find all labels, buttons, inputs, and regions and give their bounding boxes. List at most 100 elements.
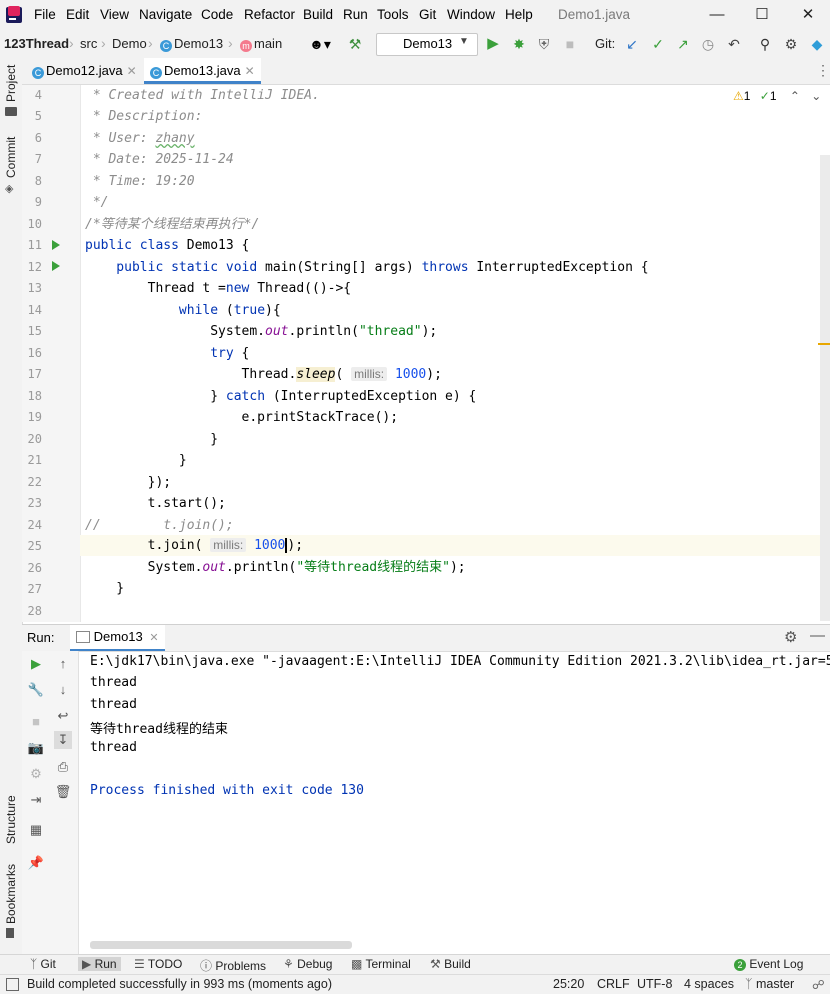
minimize-button[interactable]: — <box>702 4 732 26</box>
menu-git[interactable]: Git <box>419 7 436 22</box>
code-line[interactable]: /*等待某个线程结束再执行*/ <box>85 214 259 235</box>
code-line[interactable]: t.start(); <box>85 493 226 514</box>
code-line[interactable]: * Created with IntelliJ IDEA. <box>85 85 320 106</box>
search-icon[interactable]: ⚲ <box>756 35 774 53</box>
tool-run[interactable]: ▶ Run <box>78 957 121 971</box>
breadcrumb-class[interactable]: C Demo13 <box>160 36 223 52</box>
breadcrumb-package[interactable]: Demo <box>112 36 147 51</box>
tool-todo[interactable]: ☰ TODO <box>134 957 182 971</box>
line-separator[interactable]: CRLF <box>597 977 630 991</box>
code-line[interactable]: public class Demo13 { <box>85 235 249 256</box>
menu-run[interactable]: Run <box>343 7 368 22</box>
tool-commit[interactable]: Commit <box>4 137 18 178</box>
rerun-icon[interactable]: ▶ <box>27 655 45 673</box>
code-line[interactable]: t.join( millis: 1000); <box>85 535 304 556</box>
code-line[interactable]: } <box>85 578 124 599</box>
code-line[interactable]: System.out.println("thread"); <box>85 321 437 342</box>
git-push-icon[interactable]: ↗ <box>674 35 692 53</box>
close-icon[interactable]: ✕ <box>127 64 137 78</box>
chevron-up-icon[interactable]: ⌃ <box>790 89 800 103</box>
user-dropdown-icon[interactable]: ☻▾ <box>307 35 333 53</box>
menu-tools[interactable]: Tools <box>377 7 409 22</box>
wrench-icon[interactable]: 🔧 <box>27 681 45 699</box>
scroll-to-end-icon[interactable]: ↧ <box>54 731 72 749</box>
stop-icon[interactable]: ■ <box>27 713 45 731</box>
tool-bookmarks[interactable]: Bookmarks <box>4 864 18 924</box>
code-line[interactable]: * Date: 2025-11-24 <box>85 149 234 170</box>
run-main-gutter-icon[interactable] <box>52 261 60 271</box>
file-encoding[interactable]: UTF-8 <box>637 977 672 991</box>
run-configuration-select[interactable]: Demo13 ▼ <box>376 33 478 56</box>
arrow-down-icon[interactable]: ↓ <box>54 681 72 699</box>
code-line[interactable]: */ <box>85 192 109 213</box>
code-line[interactable]: }); <box>85 472 171 493</box>
close-icon[interactable]: ✕ <box>245 64 255 78</box>
close-button[interactable]: ✕ <box>793 4 823 26</box>
breadcrumb-method[interactable]: m main <box>240 36 282 52</box>
code-line[interactable]: public static void main(String[] args) t… <box>85 257 648 278</box>
git-update-icon[interactable]: ↙ <box>623 35 641 53</box>
code-line[interactable]: System.out.println("等待thread线程的结束"); <box>85 557 466 578</box>
maximize-button[interactable]: ☐ <box>747 4 777 26</box>
breadcrumb-project[interactable]: 123Thread <box>4 36 69 51</box>
menu-help[interactable]: Help <box>505 7 533 22</box>
arrow-up-icon[interactable]: ↑ <box>54 655 72 673</box>
run-tab-demo13[interactable]: Demo13 ✕ <box>70 625 165 651</box>
menu-build[interactable]: Build <box>303 7 333 22</box>
menu-navigate[interactable]: Navigate <box>139 7 192 22</box>
run-icon[interactable]: ▶ <box>484 35 502 53</box>
code-line[interactable]: } <box>85 450 187 471</box>
stop-icon[interactable]: ■ <box>561 35 579 53</box>
tool-debug[interactable]: ⚘ Debug <box>283 957 332 971</box>
status-toggle-icon[interactable] <box>6 978 19 991</box>
tool-structure[interactable]: Structure <box>4 795 18 844</box>
status-message[interactable]: Build completed successfully in 993 ms (… <box>27 977 332 991</box>
trash-icon[interactable]: 🗑 <box>54 783 72 801</box>
gear-icon[interactable]: ⚙ <box>782 35 800 53</box>
tool-project[interactable]: Project <box>4 65 18 102</box>
close-icon[interactable]: ✕ <box>149 632 158 644</box>
menu-edit[interactable]: Edit <box>66 7 89 22</box>
tab-demo12[interactable]: C Demo12.java ✕ <box>26 58 143 84</box>
gear-icon[interactable]: ⚙ <box>784 628 797 646</box>
code-line[interactable]: try { <box>85 343 249 364</box>
menu-code[interactable]: Code <box>201 7 233 22</box>
code-line[interactable]: * User: zhany <box>85 128 195 149</box>
code-line[interactable]: while (true){ <box>85 300 281 321</box>
run-class-gutter-icon[interactable] <box>52 240 60 250</box>
jetbrains-icon[interactable]: ◆ <box>808 35 826 53</box>
coverage-icon[interactable]: ⛨ <box>535 35 553 53</box>
breadcrumb-src[interactable]: src <box>80 36 97 51</box>
inspections-widget[interactable]: ⚠1 ✓1 ⌃ ⌄ <box>733 89 821 103</box>
git-branch[interactable]: ᛉ master <box>745 977 794 991</box>
hammer-build-icon[interactable]: ⚒ <box>346 35 364 53</box>
lock-icon[interactable]: ☍ <box>812 977 825 992</box>
event-log-button[interactable]: 2 Event Log <box>734 957 803 971</box>
print-icon[interactable]: ⎙ <box>54 758 72 776</box>
soft-wrap-icon[interactable]: ↩ <box>54 707 72 725</box>
menu-refactor[interactable]: Refactor <box>244 7 295 22</box>
caret-position[interactable]: 25:20 <box>553 977 584 991</box>
exit-icon[interactable]: ⇥ <box>27 791 45 809</box>
history-icon[interactable]: ◷ <box>699 35 717 53</box>
code-line[interactable]: // t.join(); <box>85 515 234 536</box>
code-line[interactable]: Thread.sleep( millis: 1000); <box>85 364 442 385</box>
layout-icon[interactable]: ▦ <box>27 821 45 839</box>
tool-problems[interactable]: ⓘ Problems <box>200 957 266 974</box>
editor-scrollbar[interactable] <box>820 155 830 621</box>
console-scrollbar[interactable] <box>90 941 352 949</box>
code-line[interactable]: } catch (InterruptedException e) { <box>85 386 476 407</box>
code-line[interactable]: e.printStackTrace(); <box>85 407 399 428</box>
code-line[interactable]: Thread t =new Thread(()->{ <box>85 278 352 299</box>
hide-icon[interactable]: — <box>810 627 825 644</box>
rollback-icon[interactable]: ↶ <box>725 35 743 53</box>
tool-terminal[interactable]: ▩ Terminal <box>351 957 411 971</box>
tool-build[interactable]: ⚒ Build <box>430 957 471 971</box>
menu-file[interactable]: File <box>34 7 56 22</box>
tab-demo13[interactable]: C Demo13.java ✕ <box>144 58 261 84</box>
indent-setting[interactable]: 4 spaces <box>684 977 734 991</box>
code-line[interactable]: } <box>85 429 218 450</box>
warning-marker[interactable] <box>818 343 830 345</box>
git-commit-icon[interactable]: ✓ <box>649 35 667 53</box>
menu-window[interactable]: Window <box>447 7 495 22</box>
